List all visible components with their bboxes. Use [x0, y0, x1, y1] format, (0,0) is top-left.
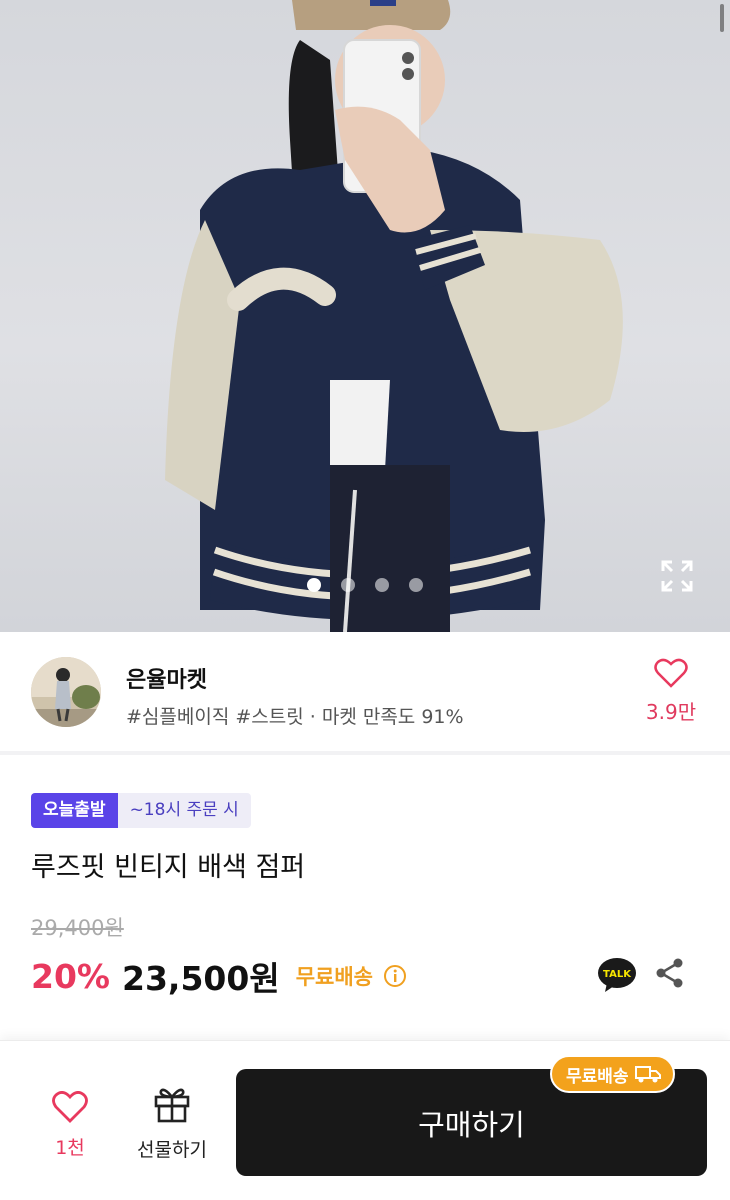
gift-button[interactable]: 선물하기	[126, 1085, 218, 1162]
truck-icon	[634, 1066, 661, 1083]
seller-tags: #심플베이직 #스트릿 · 마켓 만족도 91%	[126, 706, 464, 728]
free-shipping-label: 무료배송	[295, 965, 373, 989]
bottom-action-bar: 1천 선물하기 구매하기 무료배송	[0, 1040, 730, 1200]
today-ship-badge: 오늘출발	[31, 793, 118, 828]
seller-like-button[interactable]: 3.9만	[640, 658, 702, 725]
carousel-dot[interactable]	[409, 578, 423, 592]
seller-name[interactable]: 은율마켓	[126, 662, 207, 694]
delivery-badge: 오늘출발 ~18시 주문 시	[31, 793, 251, 828]
order-deadline-badge: ~18시 주문 시	[117, 793, 251, 828]
back-icon[interactable]	[30, 0, 66, 10]
gift-label: 선물하기	[137, 1139, 207, 1161]
carousel-dot[interactable]	[307, 578, 321, 592]
gift-icon	[154, 1088, 190, 1123]
cart-icon[interactable]	[654, 0, 690, 10]
heart-icon	[52, 1091, 88, 1123]
search-icon[interactable]	[592, 0, 628, 10]
product-photo	[165, 0, 623, 632]
product-title: 루즈핏 빈티지 배색 점퍼	[31, 852, 306, 883]
free-shipping-pill: 무료배송	[550, 1055, 675, 1093]
original-price: 29,400원	[31, 916, 124, 940]
seller-info[interactable]: 은율마켓 #심플베이직 #스트릿 · 마켓 만족도 91% 3.9만	[0, 632, 730, 752]
info-icon[interactable]	[383, 964, 407, 988]
home-icon[interactable]	[500, 0, 536, 10]
price-row: 20% 23,500원 무료배송	[31, 952, 407, 1000]
discount-rate: 20%	[31, 956, 110, 996]
heart-icon	[654, 658, 688, 688]
carousel-indicator	[0, 578, 730, 592]
fullscreen-icon[interactable]	[660, 559, 694, 593]
free-shipping-pill-label: 무료배송	[566, 1066, 629, 1087]
carousel-dot[interactable]	[375, 578, 389, 592]
seller-like-count: 3.9만	[645, 700, 697, 724]
divider	[0, 751, 730, 755]
carousel-dot[interactable]	[341, 578, 355, 592]
seller-avatar[interactable]	[31, 657, 101, 727]
product-image-carousel[interactable]	[0, 0, 730, 632]
share-icon[interactable]	[654, 957, 686, 989]
wish-button[interactable]: 1천	[40, 1091, 100, 1160]
scrollbar[interactable]	[720, 4, 724, 32]
kakao-talk-icon[interactable]: TALK	[597, 955, 637, 995]
svg-text:TALK: TALK	[603, 969, 632, 980]
sale-price: 23,500원	[122, 959, 280, 998]
wish-count: 1천	[55, 1137, 85, 1159]
